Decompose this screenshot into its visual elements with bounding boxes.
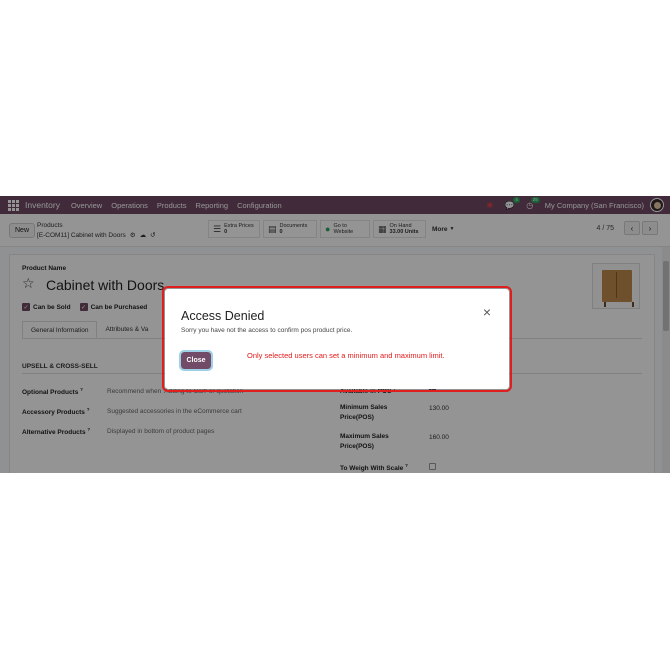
- dialog-message: Sorry you have not the access to confirm…: [181, 327, 353, 334]
- app-window: Inventory Overview Operations Products R…: [0, 196, 670, 473]
- access-denied-dialog: Access Denied × Sorry you have not the a…: [162, 286, 512, 392]
- dialog-note: Only selected users can set a minimum an…: [247, 351, 445, 360]
- close-icon[interactable]: ×: [483, 305, 491, 319]
- dialog-title: Access Denied: [181, 309, 265, 323]
- close-button[interactable]: Close: [179, 350, 213, 371]
